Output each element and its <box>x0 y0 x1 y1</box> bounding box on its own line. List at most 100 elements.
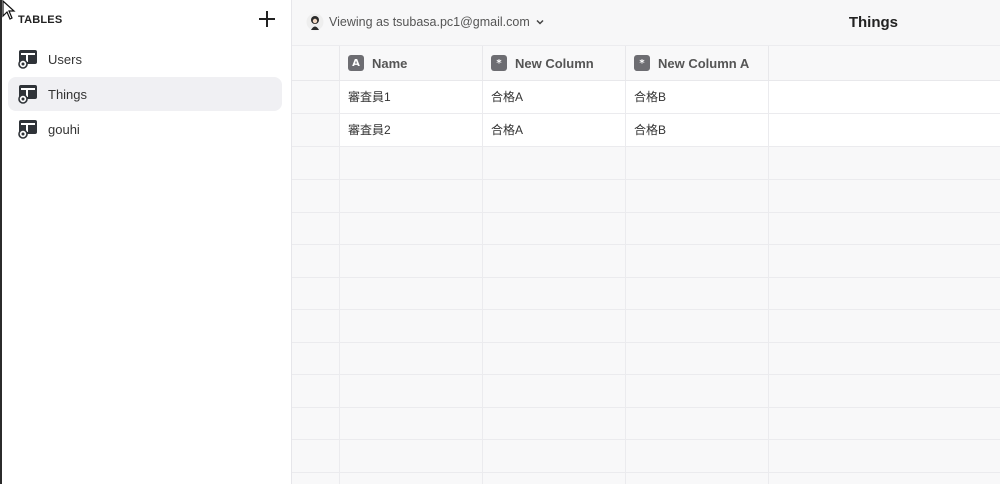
empty-cell <box>483 147 626 179</box>
table-icon <box>18 50 37 69</box>
table-icon <box>18 85 37 104</box>
viewing-as-text: Viewing as tsubasa.pc1@gmail.com <box>329 15 530 29</box>
empty-cell <box>769 310 1000 342</box>
empty-cell <box>340 439 483 472</box>
table-row[interactable]: 審査員1 合格A 合格B <box>292 81 1000 114</box>
empty-cell <box>626 309 769 342</box>
empty-cell <box>340 342 483 374</box>
page-title: Things <box>848 14 898 31</box>
empty-cell <box>769 407 1000 439</box>
column-label: New Column A <box>658 55 750 71</box>
empty-row <box>292 277 1000 310</box>
column-header-name[interactable]: A Name <box>340 46 483 81</box>
row-number-cell <box>292 81 340 113</box>
empty-cell <box>340 374 483 407</box>
empty-cell <box>769 180 1000 212</box>
empty-cell <box>626 342 769 374</box>
empty-cell <box>292 179 340 212</box>
empty-cell <box>483 244 626 277</box>
empty-cell <box>340 244 483 277</box>
empty-cell <box>483 342 626 374</box>
empty-cell <box>626 374 769 407</box>
empty-cell <box>292 309 340 342</box>
table-label: gouhi <box>48 121 80 137</box>
empty-row <box>292 244 1000 278</box>
row-number-cell <box>292 114 340 146</box>
empty-cell <box>340 147 483 179</box>
empty-cell <box>483 472 626 484</box>
top-bar: Viewing as tsubasa.pc1@gmail.com Things <box>292 0 1000 46</box>
empty-cell <box>483 179 626 212</box>
empty-header <box>769 46 1000 81</box>
empty-cell <box>769 440 1000 472</box>
empty-cell <box>626 179 769 212</box>
table-label: Users <box>48 51 82 67</box>
column-header-new-column[interactable]: * New Column <box>483 46 626 81</box>
empty-row <box>292 212 1000 245</box>
data-grid: A Name * New Column * New Column A 審査員1 … <box>292 46 1000 484</box>
column-label: New Column <box>515 55 594 71</box>
empty-cell <box>483 309 626 342</box>
empty-cell <box>292 472 340 484</box>
table-icon <box>18 120 37 139</box>
mouse-pointer-icon <box>2 0 16 20</box>
empty-cell <box>340 179 483 212</box>
empty-cell <box>292 407 340 439</box>
empty-row <box>292 147 1000 180</box>
empty-cell <box>483 277 626 309</box>
user-avatar-icon <box>306 13 324 31</box>
column-header-new-column-a[interactable]: * New Column A <box>626 46 769 81</box>
empty-cell <box>340 212 483 244</box>
empty-cell <box>292 277 340 309</box>
empty-cell <box>340 472 483 484</box>
choice-type-icon: * <box>634 55 650 71</box>
empty-cell <box>626 439 769 472</box>
app-window: TABLES Users Things gouhi Viewing as tsu… <box>0 0 1000 484</box>
empty-cell <box>626 212 769 244</box>
empty-cell <box>483 439 626 472</box>
empty-row <box>292 407 1000 440</box>
empty-cell <box>340 277 483 309</box>
empty-cell <box>626 472 769 484</box>
table-item-things[interactable]: Things <box>8 77 282 111</box>
empty-cell <box>483 212 626 244</box>
cell-new-column-a[interactable]: 合格B <box>626 114 769 146</box>
empty-row <box>292 472 1000 484</box>
table-item-users[interactable]: Users <box>8 42 282 76</box>
sidebar: TABLES Users Things gouhi <box>4 0 292 484</box>
cell-name[interactable]: 審査員2 <box>340 114 483 146</box>
empty-cell <box>769 81 1000 113</box>
empty-cell <box>626 244 769 277</box>
choice-type-icon: * <box>491 55 507 71</box>
empty-cell <box>769 147 1000 179</box>
empty-cell <box>626 147 769 179</box>
empty-row <box>292 309 1000 343</box>
empty-cell <box>769 342 1000 374</box>
table-item-gouhi[interactable]: gouhi <box>8 112 282 146</box>
empty-cell <box>483 407 626 439</box>
cell-new-column[interactable]: 合格A <box>483 114 626 146</box>
empty-cell <box>626 277 769 309</box>
empty-row <box>292 374 1000 408</box>
empty-cell <box>340 309 483 342</box>
empty-cell <box>292 374 340 407</box>
table-row[interactable]: 審査員2 合格A 合格B <box>292 114 1000 147</box>
empty-cell <box>769 114 1000 146</box>
table-list: Users Things gouhi <box>8 42 282 147</box>
empty-cell <box>769 472 1000 484</box>
viewing-as-dropdown[interactable]: Viewing as tsubasa.pc1@gmail.com <box>306 13 545 31</box>
empty-cell <box>769 212 1000 244</box>
empty-row <box>292 439 1000 473</box>
table-label: Things <box>48 86 88 102</box>
empty-cell <box>292 244 340 277</box>
empty-cell <box>769 245 1000 277</box>
add-table-button[interactable] <box>256 8 278 30</box>
empty-cell <box>769 277 1000 309</box>
row-number-header <box>292 46 340 81</box>
text-type-icon: A <box>348 55 364 71</box>
cell-new-column[interactable]: 合格A <box>483 81 626 113</box>
cell-new-column-a[interactable]: 合格B <box>626 81 769 113</box>
cell-name[interactable]: 審査員1 <box>340 81 483 113</box>
column-label: Name <box>372 55 408 71</box>
chevron-down-icon <box>536 19 544 25</box>
